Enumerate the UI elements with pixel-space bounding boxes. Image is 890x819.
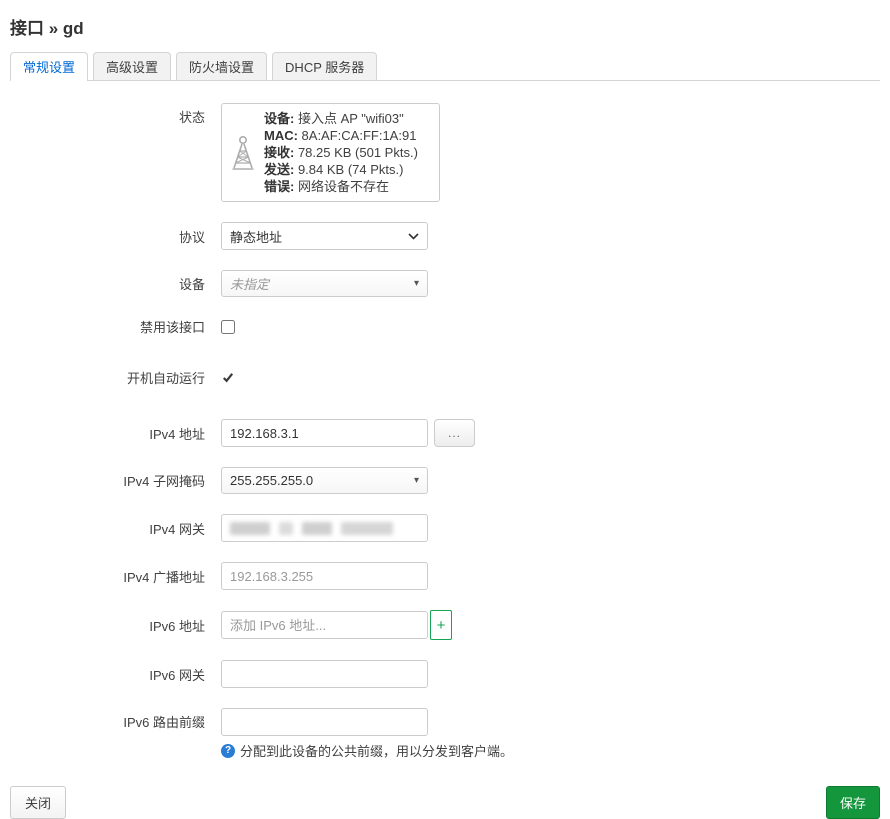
redacted-block (279, 521, 293, 535)
status-tx-line: 发送: 9.84 KB (74 Pkts.) (264, 162, 404, 177)
ipv6-gateway-input[interactable] (221, 660, 428, 688)
chevron-down-icon (408, 232, 419, 240)
device-row: 设备 未指定 ▾ (10, 270, 880, 297)
close-button[interactable]: 关闭 (10, 786, 67, 819)
ipv4-address-label: IPv4 地址 (149, 426, 205, 442)
protocol-selected-value: 静态地址 (230, 229, 283, 245)
tab-firewall-settings[interactable]: 防火墙设置 (176, 52, 268, 80)
page-title: 接口 » gd (10, 19, 84, 38)
ipv4-netmask-label: IPv4 子网掩码 (123, 474, 205, 489)
ipv6-address-row: IPv6 地址 + (10, 610, 880, 640)
device-dropdown[interactable]: 未指定 ▾ (221, 270, 428, 297)
interface-settings-page: 接口 » gd 常规设置 高级设置 防火墙设置 DHCP 服务器 状态 设备: … (0, 0, 890, 819)
ipv6-address-label: IPv6 地址 (149, 618, 205, 634)
redacted-block (302, 521, 332, 535)
status-box: 设备: 接入点 AP "wifi03" MAC: 8A:AF:CA:FF:1A:… (221, 103, 440, 202)
ipv4-address-input[interactable] (221, 419, 428, 447)
ipv4-netmask-row: IPv4 子网掩码 255.255.255.0 ▾ (10, 467, 880, 494)
protocol-select[interactable]: 静态地址 (221, 222, 428, 250)
ipv6-prefix-help-text: 分配到此设备的公共前缀，用以分发到客户端。 (240, 744, 514, 759)
ipv6-prefix-input[interactable] (221, 708, 428, 736)
ipv4-broadcast-input[interactable] (221, 562, 428, 590)
ipv6-gateway-label: IPv6 网关 (149, 667, 205, 683)
status-device-line: 设备: 接入点 AP "wifi03" (264, 111, 404, 126)
ipv4-broadcast-label: IPv4 广播地址 (123, 569, 205, 585)
device-label: 设备 (178, 277, 205, 292)
ipv4-broadcast-row: IPv4 广播地址 (10, 562, 880, 590)
page-actions: 关闭 保存 (10, 786, 880, 819)
ipv4-netmask-selected-value: 255.255.255.0 (230, 473, 314, 488)
tab-dhcp-server[interactable]: DHCP 服务器 (272, 52, 378, 80)
ipv6-address-input[interactable] (221, 611, 428, 639)
ipv6-prefix-label: IPv6 路由前缀 (123, 715, 205, 730)
ipv6-prefix-field-group: ? 分配到此设备的公共前缀，用以分发到客户端。 (221, 708, 513, 760)
general-settings-form: 状态 设备: 接入点 AP "wifi03" MAC: 8A:AF:CA:FF:… (10, 103, 880, 760)
auto-start-label: 开机自动运行 (126, 371, 205, 386)
save-button[interactable]: 保存 (825, 786, 880, 819)
ipv6-prefix-help: ? 分配到此设备的公共前缀，用以分发到客户端。 (221, 741, 513, 760)
disable-interface-row: 禁用该接口 (10, 317, 880, 336)
redacted-block (341, 521, 393, 535)
redacted-block (230, 521, 270, 535)
ipv4-netmask-dropdown[interactable]: 255.255.255.0 ▾ (221, 467, 428, 494)
ipv6-gateway-row: IPv6 网关 (10, 660, 880, 688)
protocol-label: 协议 (178, 229, 205, 245)
disable-interface-checkbox[interactable] (221, 319, 235, 334)
antenna-icon (232, 135, 254, 170)
ipv4-gateway-row: IPv4 网关 (10, 514, 880, 542)
status-lines: 设备: 接入点 AP "wifi03" MAC: 8A:AF:CA:FF:1A:… (264, 110, 418, 195)
status-label: 状态 (178, 110, 205, 125)
ipv6-prefix-row: IPv6 路由前缀 ? 分配到此设备的公共前缀，用以分发到客户端。 (10, 708, 880, 760)
status-row: 状态 设备: 接入点 AP "wifi03" MAC: 8A:AF:CA:FF:… (10, 103, 880, 202)
settings-tabbar: 常规设置 高级设置 防火墙设置 DHCP 服务器 (10, 52, 880, 81)
device-selected-value: 未指定 (230, 277, 270, 292)
status-rx-line: 接收: 78.25 KB (501 Pkts.) (264, 145, 418, 160)
ipv4-gateway-input[interactable] (221, 514, 428, 542)
auto-start-checkbox[interactable] (221, 370, 235, 385)
caret-down-icon: ▾ (413, 277, 419, 289)
help-icon: ? (221, 743, 235, 758)
caret-down-icon: ▾ (413, 474, 419, 486)
status-error-line: 错误: 网络设备不存在 (264, 179, 389, 194)
tab-general-settings[interactable]: 常规设置 (10, 52, 89, 81)
auto-start-row: 开机自动运行 (10, 368, 880, 387)
protocol-row: 协议 静态地址 (10, 222, 880, 250)
disable-interface-label: 禁用该接口 (139, 320, 205, 335)
ipv6-address-add-button[interactable]: + (430, 610, 452, 640)
ipv4-address-row: IPv4 地址 ... (10, 419, 880, 447)
tab-advanced-settings[interactable]: 高级设置 (93, 52, 172, 80)
status-mac-line: MAC: 8A:AF:CA:FF:1A:91 (264, 128, 417, 143)
ipv4-address-more-button[interactable]: ... (434, 419, 476, 447)
ipv4-gateway-label: IPv4 网关 (149, 521, 205, 537)
